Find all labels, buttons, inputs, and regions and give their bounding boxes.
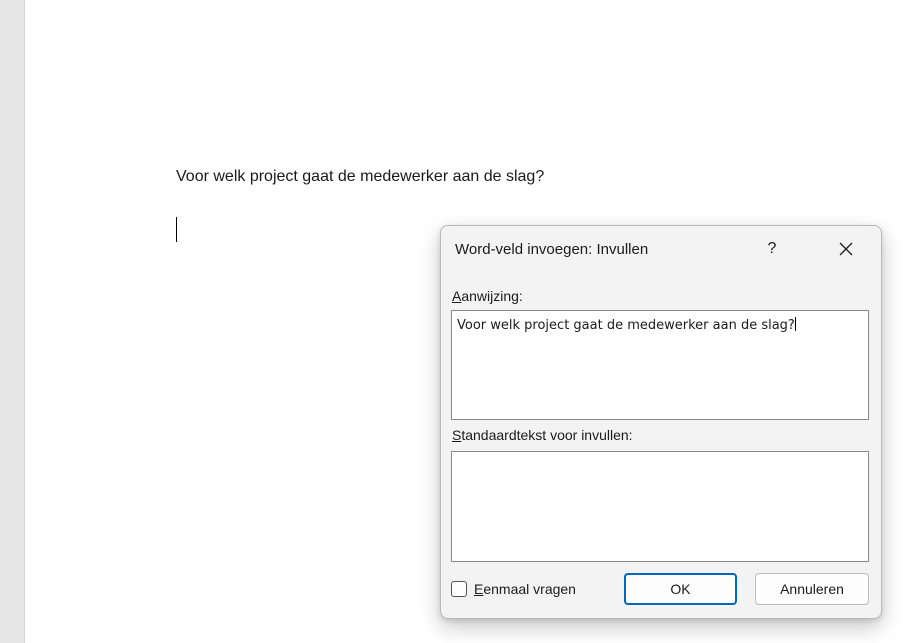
ask-once-label[interactable]: Eenmaal vragen: [474, 581, 576, 597]
document-text-cursor: [176, 217, 177, 242]
prompt-label-accelerator: A: [452, 288, 462, 304]
prompt-textarea[interactable]: Voor welk project gaat de medewerker aan…: [451, 310, 869, 420]
ask-once-label-accelerator: E: [474, 581, 484, 597]
close-icon: [839, 242, 853, 256]
close-button[interactable]: [831, 234, 861, 264]
document-paragraph[interactable]: Voor welk project gaat de medewerker aan…: [176, 168, 544, 186]
default-text-label-text: tandaardtekst voor invullen:: [461, 427, 633, 443]
cancel-button[interactable]: Annuleren: [755, 573, 869, 605]
default-text-textarea[interactable]: [451, 451, 869, 562]
left-ruler-gutter: [0, 0, 25, 643]
ask-once-label-text: enmaal vragen: [483, 581, 576, 597]
help-button[interactable]: ?: [757, 234, 787, 264]
default-text-label: Standaardtekst voor invullen:: [452, 427, 633, 443]
dialog-title: Word-veld invoegen: Invullen: [455, 241, 649, 258]
fill-in-field-dialog: Word-veld invoegen: Invullen ? Aanwijzin…: [440, 225, 882, 619]
prompt-label-text: anwijzing:: [461, 288, 523, 304]
ok-button[interactable]: OK: [624, 573, 737, 605]
prompt-textarea-value: Voor welk project gaat de medewerker aan…: [457, 318, 795, 333]
default-text-label-accelerator: S: [452, 427, 462, 443]
prompt-text-cursor: [794, 317, 796, 331]
ask-once-checkbox[interactable]: [451, 581, 467, 597]
prompt-label: Aanwijzing:: [452, 288, 523, 304]
